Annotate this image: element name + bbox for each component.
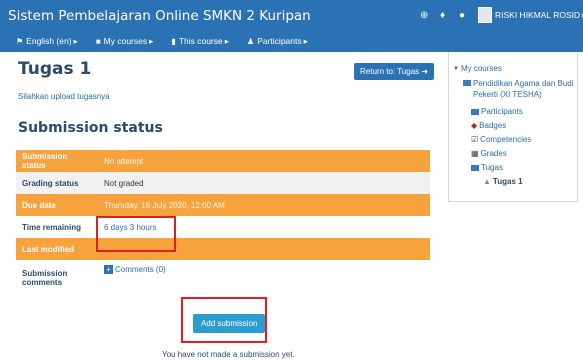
nav-item-badges[interactable]: ◆ Badges bbox=[471, 121, 506, 130]
row-label: Submission status bbox=[16, 150, 98, 172]
bell-icon[interactable]: ♦ bbox=[440, 10, 445, 22]
row-label: Last modified bbox=[16, 238, 98, 260]
folder-icon bbox=[471, 108, 479, 115]
folder-icon bbox=[463, 80, 471, 86]
comments-label: Comments (0) bbox=[115, 265, 166, 274]
row-value: Not graded bbox=[98, 172, 430, 194]
nav-item-label: Grades bbox=[480, 149, 507, 158]
nav-item-grades[interactable]: ▦ Grades bbox=[471, 149, 507, 158]
nav-item-label: Badges bbox=[479, 121, 507, 130]
table-row: Submission comments + Comments (0) bbox=[16, 260, 430, 296]
navigation-block: ▼ My courses Pendidikan Agama dan Budi P… bbox=[448, 52, 578, 202]
users-icon: ♟ bbox=[247, 36, 255, 46]
user-menu[interactable]: RISKI HIKMAL ROSID ▸ bbox=[478, 6, 583, 24]
nav-item-participants[interactable]: Participants bbox=[471, 107, 523, 116]
chevron-right-icon: ▸ bbox=[149, 35, 154, 46]
chevron-right-icon: ▸ bbox=[303, 35, 308, 46]
menu-this-course-label: This course bbox=[178, 36, 223, 46]
chevron-right-icon: ▸ bbox=[224, 35, 230, 46]
row-label: Grading status bbox=[16, 172, 98, 194]
expand-plus-icon: + bbox=[104, 265, 113, 274]
nav-item-course[interactable]: Pendidikan Agama dan Budi Pekerti (XI TE… bbox=[463, 78, 575, 100]
top-navbar: Sistem Pembelajaran Online SMKN 2 Kuripa… bbox=[0, 0, 583, 52]
file-icon: ▲ bbox=[483, 177, 491, 186]
menu-my-courses-label: My courses bbox=[103, 36, 148, 46]
menu-participants[interactable]: ♟ Participants ▸ bbox=[247, 36, 308, 47]
row-label: Due date bbox=[16, 194, 98, 216]
menu-language-label: English (en) bbox=[26, 36, 72, 46]
nav-item-competencies[interactable]: ☑ Competencies bbox=[471, 135, 531, 144]
nav-item-label: Tugas 1 bbox=[492, 177, 523, 186]
nav-item-label: Competencies bbox=[480, 135, 532, 144]
table-row: Time remaining 6 days 3 hours bbox=[16, 216, 430, 238]
row-value: No attempt bbox=[98, 150, 430, 172]
user-name: RISKI HIKMAL ROSID bbox=[495, 10, 581, 20]
nav-item-tugas[interactable]: Tugas bbox=[471, 163, 503, 172]
checklist-icon: ☑ bbox=[471, 135, 479, 144]
avatar bbox=[478, 7, 492, 23]
table-row: Due date Thursday, 16 July 2020, 12:00 A… bbox=[16, 194, 430, 216]
folder-icon bbox=[471, 164, 479, 171]
row-label: Submission comments bbox=[16, 260, 98, 296]
chat-icon[interactable]: ● bbox=[459, 10, 465, 22]
expanded-triangle-icon: ▼ bbox=[453, 65, 459, 72]
custom-menu: ⚑ English (en) ▸ ■ My courses ▸ ▮ This c… bbox=[0, 30, 326, 52]
nav-item-my-courses[interactable]: ▼ My courses bbox=[453, 64, 502, 73]
menu-participants-label: Participants bbox=[257, 36, 302, 46]
row-value: Thursday, 16 July 2020, 12:00 AM bbox=[98, 194, 430, 216]
nav-item-label: My courses bbox=[460, 64, 502, 73]
add-submission-button[interactable]: Add submission bbox=[193, 314, 266, 333]
chevron-right-icon: ▸ bbox=[73, 35, 78, 46]
sign-in-icon: ➜ bbox=[421, 67, 429, 76]
section-title: Submission status bbox=[18, 120, 163, 136]
highlight-box bbox=[96, 216, 176, 252]
menu-this-course[interactable]: ▮ This course ▸ bbox=[171, 36, 229, 47]
table-row: Grading status Not graded bbox=[16, 172, 430, 194]
assignment-intro: Silahkan upload tugasnya bbox=[18, 92, 110, 101]
row-label: Time remaining bbox=[16, 216, 98, 238]
nav-item-label: Pendidikan Agama dan Budi Pekerti (XI TE… bbox=[473, 79, 574, 99]
table-icon: ▦ bbox=[471, 149, 479, 158]
nav-item-current[interactable]: ▲ Tugas 1 bbox=[483, 177, 523, 186]
plus-circle-icon[interactable]: ⊕ bbox=[420, 10, 428, 22]
return-to-tugas-button[interactable]: Return to: Tugas ➜ bbox=[354, 63, 435, 80]
row-value: + Comments (0) bbox=[98, 260, 430, 296]
flag-icon: ⚑ bbox=[16, 36, 24, 46]
briefcase-icon: ■ bbox=[95, 36, 101, 46]
main-content: Tugas 1 Return to: Tugas ➜ Silahkan uplo… bbox=[0, 52, 440, 360]
menu-language[interactable]: ⚑ English (en) ▸ bbox=[16, 36, 78, 47]
submission-status-table: Submission status No attempt Grading sta… bbox=[16, 150, 430, 296]
book-icon: ▮ bbox=[171, 36, 176, 46]
return-button-label: Return to: Tugas bbox=[360, 67, 420, 76]
no-submission-note: You have not made a submission yet. bbox=[162, 350, 295, 359]
table-row: Last modified bbox=[16, 238, 430, 260]
shield-icon: ◆ bbox=[471, 121, 478, 130]
site-name[interactable]: Sistem Pembelajaran Online SMKN 2 Kuripa… bbox=[8, 8, 311, 24]
table-row: Submission status No attempt bbox=[16, 150, 430, 172]
nav-item-label: Tugas bbox=[481, 163, 503, 172]
page-title: Tugas 1 bbox=[18, 59, 92, 79]
comments-toggle[interactable]: + Comments (0) bbox=[104, 265, 424, 274]
menu-my-courses[interactable]: ■ My courses ▸ bbox=[96, 36, 154, 47]
nav-item-label: Participants bbox=[481, 107, 523, 116]
